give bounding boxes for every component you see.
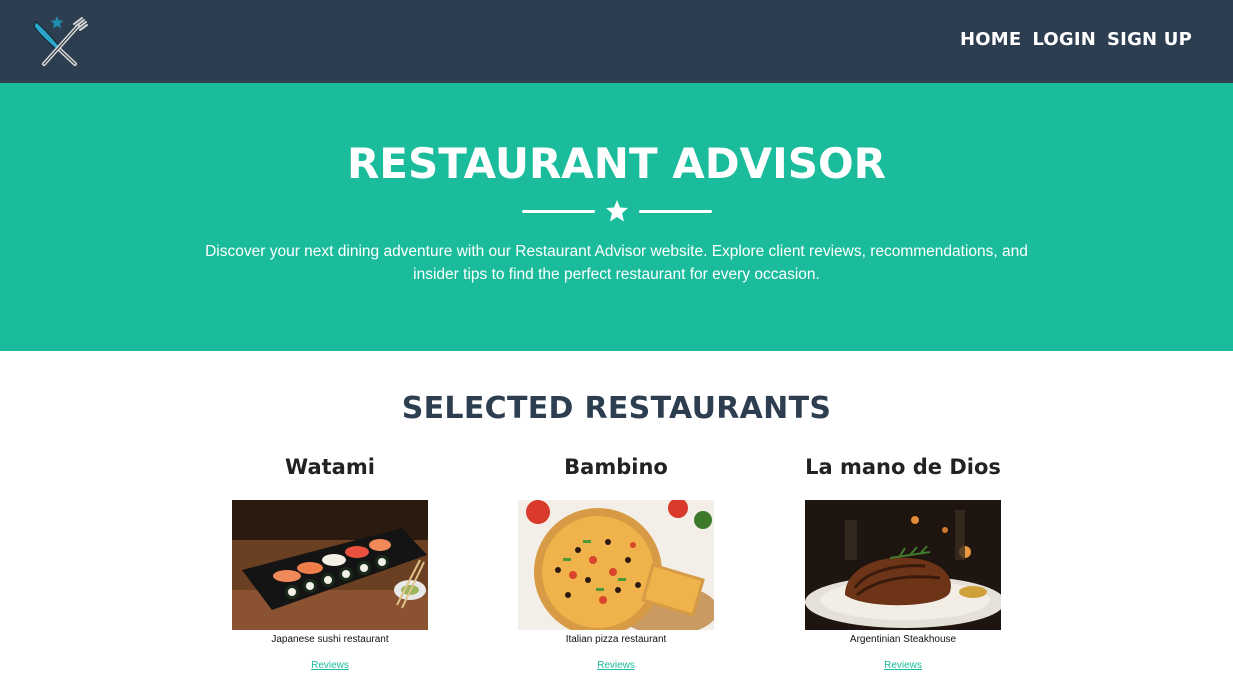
restaurant-name: La mano de Dios <box>805 455 1001 479</box>
restaurant-description: Argentinian Steakhouse <box>849 634 957 645</box>
reviews-link[interactable]: Reviews <box>311 660 349 671</box>
hero-description: Discover your next dining adventure with… <box>205 243 1028 283</box>
reviews-link[interactable]: Reviews <box>597 660 635 671</box>
sushi-platter-photo[interactable] <box>232 500 428 630</box>
nav-home-link[interactable]: HOME <box>960 29 1021 50</box>
restaurant-card-bambino: Bambino Italian pizza restaurant Reviews <box>491 453 741 673</box>
main-nav: HOME LOGIN SIGN UP <box>960 29 1192 50</box>
hero-banner: RESTAURANT ADVISOR Discover your next di… <box>0 83 1233 351</box>
nav-signup-link[interactable]: SIGN UP <box>1107 29 1192 50</box>
restaurant-description: Italian pizza restaurant <box>565 634 667 645</box>
nav-login-link[interactable]: LOGIN <box>1032 29 1096 50</box>
crossed-knife-fork-star-icon[interactable] <box>30 14 90 70</box>
reviews-link[interactable]: Reviews <box>884 660 922 671</box>
star-icon <box>605 200 628 222</box>
hero-title: RESTAURANT ADVISOR <box>346 139 887 188</box>
restaurant-card-watami: Watami Japanese sushi restaurant Reviews <box>205 453 455 673</box>
restaurant-description: Japanese sushi restaurant <box>271 634 389 645</box>
divider-line-right <box>638 209 712 213</box>
restaurant-name: Bambino <box>564 455 668 479</box>
navbar: HOME LOGIN SIGN UP <box>0 0 1233 83</box>
restaurant-card-la-mano-de-dios: La mano de Dios Argentinian Steakhouse R… <box>778 453 1028 673</box>
divider-line-left <box>521 209 595 213</box>
hero-divider <box>0 198 1233 224</box>
restaurant-name: Watami <box>285 455 375 479</box>
section-title: SELECTED RESTAURANTS <box>401 391 832 426</box>
pizza-photo[interactable] <box>518 500 714 630</box>
grilled-steak-photo[interactable] <box>805 500 1001 630</box>
restaurant-cards: Watami Japanese sushi restaurant Reviews… <box>0 426 1233 686</box>
